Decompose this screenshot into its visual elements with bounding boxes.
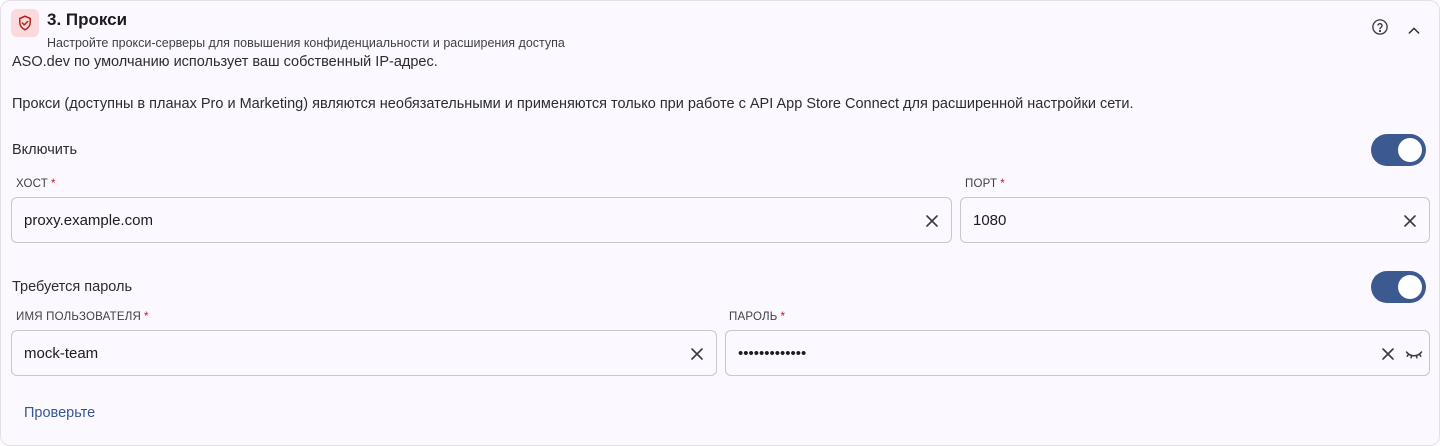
username-label: ИМЯ ПОЛЬЗОВАТЕЛЯ *: [16, 311, 149, 323]
host-label: ХОСТ *: [16, 178, 56, 190]
required-mark: *: [780, 311, 786, 323]
password-value: •••••••••••••: [738, 344, 807, 362]
close-icon: [1404, 215, 1416, 227]
port-label: ПОРТ *: [965, 178, 1005, 190]
password-clear-button[interactable]: [1377, 343, 1399, 365]
toggle-knob: [1398, 138, 1422, 162]
eye-closed-icon: [1405, 351, 1423, 359]
required-mark: *: [143, 311, 149, 323]
host-input[interactable]: proxy.example.com: [11, 197, 952, 243]
shield-icon: [19, 15, 31, 31]
enable-label: Включить: [12, 142, 78, 158]
password-label: ПАРОЛЬ *: [729, 311, 786, 323]
host-value: proxy.example.com: [24, 211, 153, 229]
password-input[interactable]: •••••••••••••: [725, 330, 1430, 376]
host-clear-button[interactable]: [921, 210, 943, 232]
password-required-label: Требуется пароль: [12, 279, 133, 295]
username-input[interactable]: mock-team: [11, 330, 717, 376]
port-input[interactable]: 1080: [960, 197, 1430, 243]
section-icon-badge: [11, 9, 39, 37]
required-mark: *: [50, 178, 56, 190]
close-icon: [926, 215, 938, 227]
show-password-button[interactable]: [1403, 343, 1425, 365]
port-value: 1080: [973, 211, 1007, 229]
enable-toggle[interactable]: [1371, 134, 1426, 166]
help-button[interactable]: [1370, 17, 1390, 37]
password-required-toggle[interactable]: [1371, 271, 1426, 303]
section-subtitle: Настройте прокси-серверы для повышения к…: [47, 36, 565, 50]
port-clear-button[interactable]: [1399, 210, 1421, 232]
close-icon: [691, 348, 703, 360]
proxy-settings-card: 3. Прокси Настройте прокси-серверы для п…: [0, 0, 1440, 446]
description-proxy-plans: Прокси (доступны в планах Pro и Marketin…: [12, 96, 1134, 112]
username-value: mock-team: [24, 344, 99, 362]
section-title: 3. Прокси: [47, 10, 128, 29]
collapse-section-button[interactable]: [1403, 20, 1425, 42]
toggle-knob: [1398, 275, 1422, 299]
help-circle-icon: [1372, 19, 1388, 35]
close-icon: [1382, 348, 1394, 360]
username-clear-button[interactable]: [686, 343, 708, 365]
description-default-ip: ASO.dev по умолчанию использует ваш собс…: [12, 54, 438, 70]
required-mark: *: [1000, 178, 1005, 190]
chevron-up-icon: [1408, 27, 1420, 34]
verify-link[interactable]: Проверьте: [24, 405, 95, 421]
